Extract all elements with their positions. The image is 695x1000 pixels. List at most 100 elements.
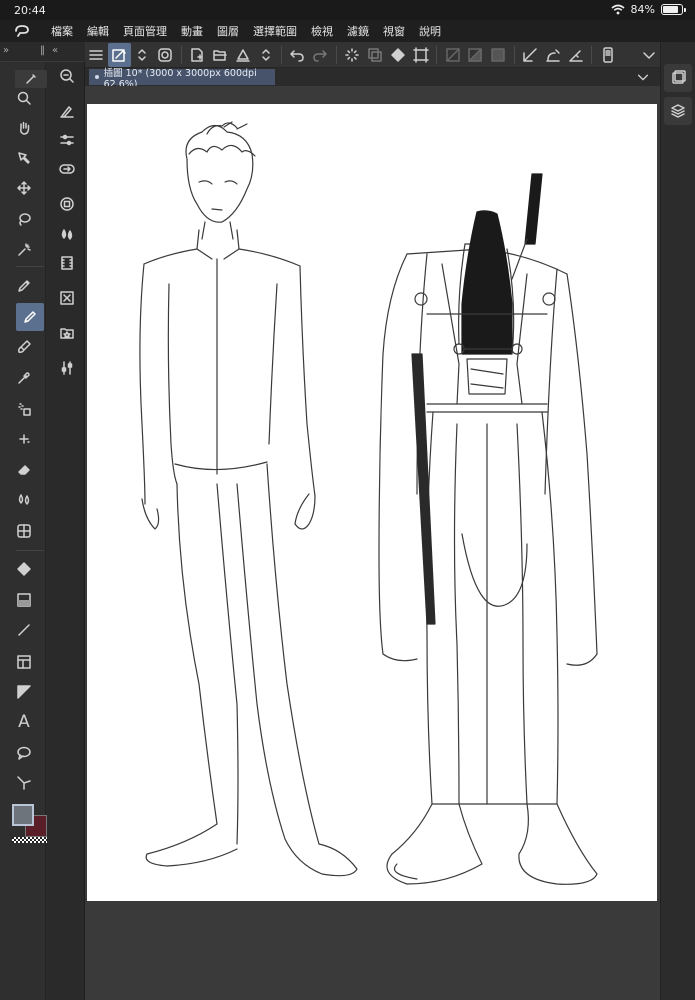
clear-icon[interactable]	[441, 43, 464, 67]
tool-palette-header[interactable]	[15, 70, 47, 88]
eyedropper-icon[interactable]	[13, 367, 35, 389]
blend-icon[interactable]	[13, 488, 35, 510]
battery-icon	[661, 4, 686, 15]
command-separator	[436, 45, 438, 64]
zoom-icon[interactable]	[13, 87, 35, 109]
transform-icon[interactable]	[409, 43, 432, 67]
line-icon[interactable]	[13, 619, 35, 641]
chevron-down-icon[interactable]	[637, 43, 660, 67]
brush-icon[interactable]	[13, 336, 35, 358]
fill-selection-icon[interactable]	[386, 43, 409, 67]
menu-layer[interactable]: 圖層	[210, 23, 246, 39]
right-panel	[660, 42, 695, 1000]
canvas-paper[interactable]	[87, 104, 657, 901]
adjust-icon[interactable]	[56, 357, 78, 379]
loading-icon[interactable]	[341, 43, 364, 67]
navigator-icon[interactable]	[56, 65, 78, 87]
command-separator	[280, 45, 282, 64]
figure-left-sketch	[139, 121, 358, 877]
tool-property-icon[interactable]	[56, 100, 78, 122]
menu-page[interactable]: 頁面管理	[116, 23, 174, 39]
panel-strip: » ‖ «	[0, 42, 84, 62]
clear-outside-icon[interactable]	[464, 43, 487, 67]
menu-selection[interactable]: 選擇範圍	[246, 23, 304, 39]
lasso-select-icon[interactable]	[13, 208, 35, 230]
correct-line-icon[interactable]	[13, 772, 35, 794]
decoration-icon[interactable]	[13, 428, 35, 450]
rotate-icon[interactable]	[13, 147, 35, 169]
wifi-icon	[611, 4, 625, 15]
library-icon[interactable]	[56, 322, 78, 344]
text-icon[interactable]: A	[13, 711, 35, 733]
sketch-artwork	[139, 121, 598, 885]
menu-help[interactable]: 說明	[412, 23, 448, 39]
ruler-icon[interactable]	[13, 681, 35, 703]
collapse-left-icon[interactable]: »	[3, 45, 9, 56]
hamburger-menu-icon[interactable]	[85, 43, 108, 67]
pencil-icon[interactable]	[16, 303, 44, 331]
figure-right-sketch	[378, 173, 598, 885]
sub-tool-icon[interactable]	[56, 158, 78, 180]
animation-icon[interactable]	[56, 252, 78, 274]
airbrush-icon[interactable]	[13, 398, 35, 420]
eraser-icon[interactable]	[13, 458, 35, 480]
menu-filter[interactable]: 濾鏡	[340, 23, 376, 39]
tab-dot-icon	[95, 75, 99, 79]
color-wells	[12, 804, 48, 844]
grid-snap-icon[interactable]	[564, 43, 587, 67]
chevron-updown-icon[interactable]	[131, 43, 154, 67]
canvas-tab[interactable]: 插圖 10* (3000 x 3000px 600dpi 62.6%)	[89, 68, 275, 90]
menu-window[interactable]: 視窗	[376, 23, 412, 39]
quick-access-icon[interactable]	[107, 42, 131, 67]
hide-selection-icon[interactable]	[487, 43, 510, 67]
panel-grip-icon[interactable]: ‖	[40, 45, 45, 56]
canvas-area[interactable]	[85, 86, 660, 1000]
collapse-right-icon[interactable]: «	[52, 45, 58, 56]
magic-wand-icon[interactable]	[13, 239, 35, 261]
gradient-icon[interactable]	[13, 589, 35, 611]
redo-icon[interactable]	[309, 43, 332, 67]
smartphone-icon[interactable]	[596, 43, 619, 67]
navigation-icon[interactable]	[154, 43, 177, 67]
balloon-icon[interactable]	[13, 742, 35, 764]
pen-small-icon	[26, 74, 36, 84]
menu-animation[interactable]: 動畫	[174, 23, 210, 39]
color-set-icon[interactable]	[56, 223, 78, 245]
material-icon[interactable]	[56, 287, 78, 309]
sub-palette-column	[47, 62, 85, 1000]
command-separator	[591, 45, 593, 64]
copy-layer-icon[interactable]	[363, 43, 386, 67]
figure-icon[interactable]	[13, 520, 35, 542]
command-separator	[335, 45, 337, 64]
main-color-swatch[interactable]	[12, 804, 34, 826]
fill-icon[interactable]	[13, 558, 35, 580]
menu-file[interactable]: 檔案	[44, 23, 80, 39]
battery-percent: 84%	[630, 3, 655, 16]
special-ruler-icon[interactable]	[542, 43, 565, 67]
transparent-color-swatch[interactable]	[12, 837, 48, 843]
layers-icon[interactable]	[664, 97, 692, 125]
menu-bar: 檔案 編輯 頁面管理 動畫 圖層 選擇範圍 檢視 濾鏡 視窗 說明	[0, 20, 695, 42]
open-folder-icon[interactable]	[208, 43, 231, 67]
color-wheel-icon[interactable]	[56, 193, 78, 215]
pen-icon[interactable]	[13, 275, 35, 297]
tool-separator	[16, 550, 44, 551]
frame-icon[interactable]	[13, 651, 35, 673]
layer-property-icon[interactable]	[664, 64, 692, 92]
status-right: 84%	[611, 3, 686, 16]
save-icon[interactable]	[231, 43, 254, 67]
app-logo-icon[interactable]	[0, 20, 44, 42]
command-separator	[513, 45, 515, 64]
chevron-down-icon[interactable]	[636, 70, 650, 84]
undo-icon[interactable]	[286, 43, 309, 67]
menu-edit[interactable]: 編輯	[80, 23, 116, 39]
brush-size-icon[interactable]	[56, 129, 78, 151]
chevron-updown-icon[interactable]	[254, 43, 277, 67]
menu-view[interactable]: 檢視	[304, 23, 340, 39]
new-canvas-icon[interactable]	[185, 43, 208, 67]
hand-icon[interactable]	[13, 117, 35, 139]
ruler-snap-icon[interactable]	[519, 43, 542, 67]
tool-separator	[16, 266, 44, 267]
status-time: 20:44	[14, 4, 46, 17]
move-icon[interactable]	[13, 177, 35, 199]
